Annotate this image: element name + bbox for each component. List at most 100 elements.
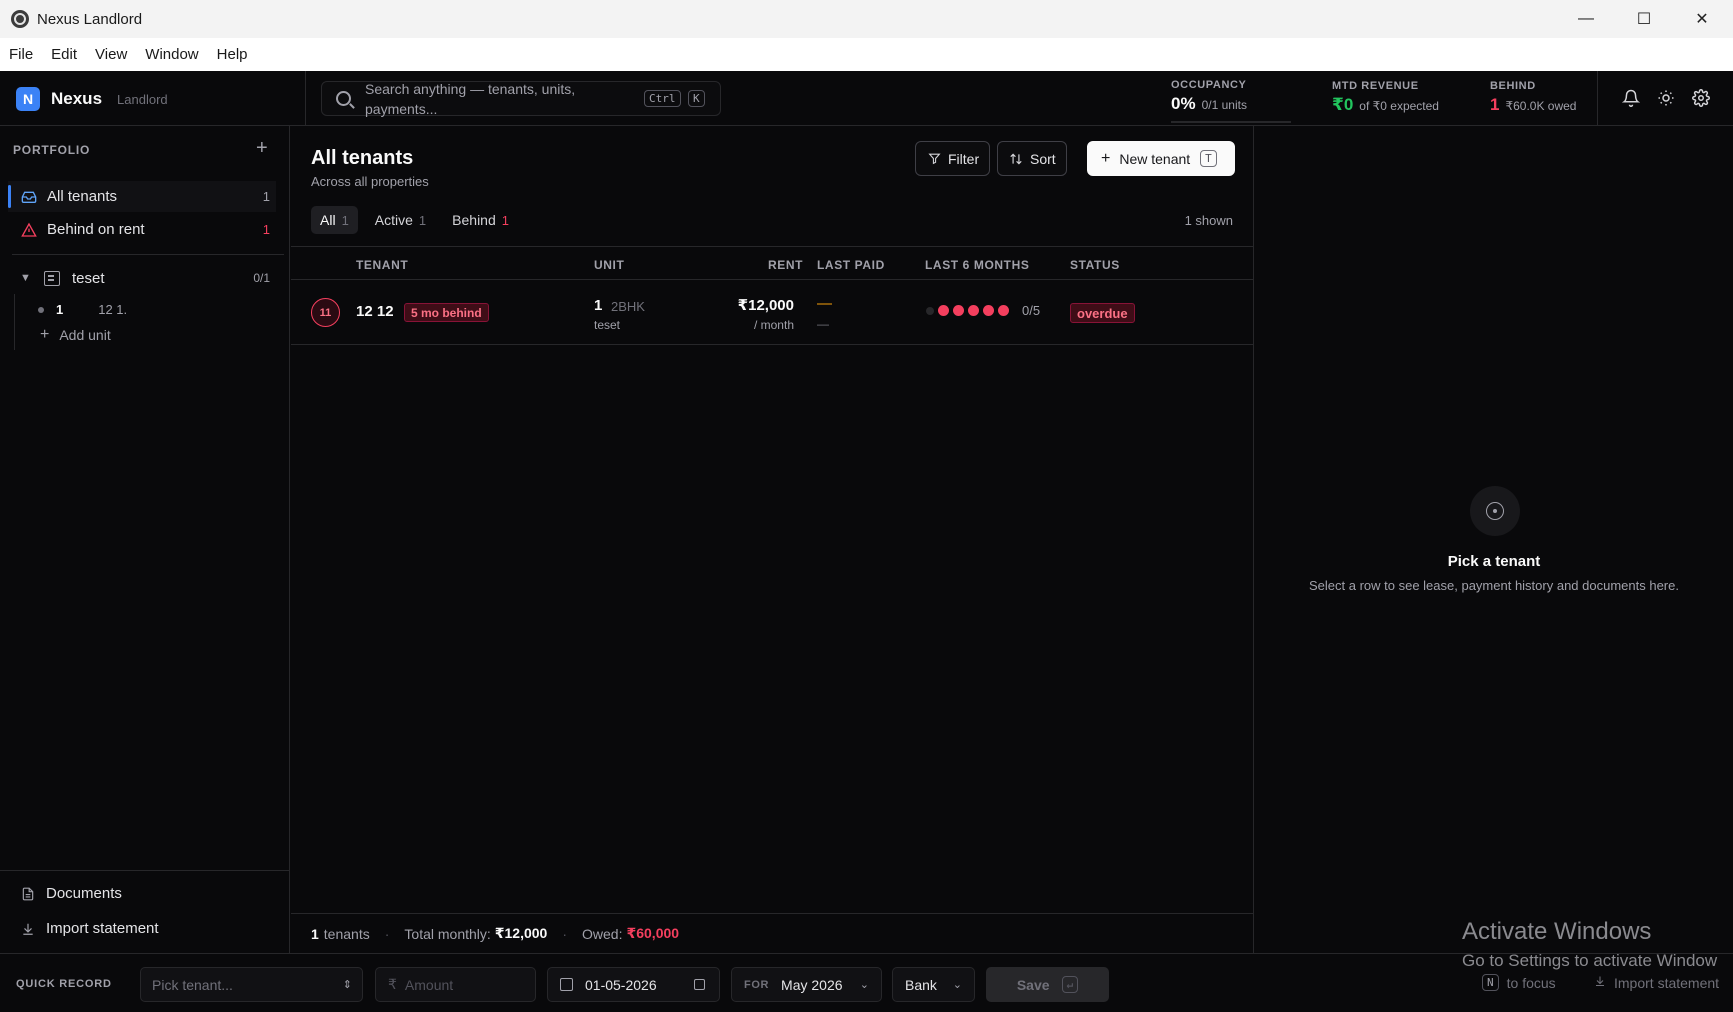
shown-count: 1 shown [1184,213,1233,228]
menu-help[interactable]: Help [208,46,257,63]
sidebar-item-behind-on-rent[interactable]: Behind on rent 1 [8,214,276,245]
column-header-last-paid[interactable]: LAST PAID [817,258,885,272]
sidebar-item-all-tenants[interactable]: All tenants 1 [8,181,276,212]
column-header-unit[interactable]: UNIT [594,258,624,272]
target-icon [1470,486,1520,536]
column-header-status[interactable]: STATUS [1070,258,1120,272]
focus-hint: N to focus [1482,974,1556,991]
tab-all[interactable]: All 1 [311,206,358,234]
behind-value: 1 [1490,95,1500,114]
maximize-button[interactable]: ☐ [1615,0,1673,38]
tab-behind[interactable]: Behind 1 [443,206,518,234]
sidebar-divider [12,254,284,255]
sidebar-item-label: Behind on rent [47,221,145,238]
payment-method-select[interactable]: Bank ⌄ [892,967,975,1002]
header-divider-right [1597,71,1598,126]
mtd-revenue-detail: of ₹0 expected [1359,99,1439,113]
documents-link[interactable]: Documents [20,885,122,902]
months-paid-count: 0/5 [1022,303,1041,318]
tenant-picker-placeholder: Pick tenant... [152,976,233,993]
chevron-down-icon[interactable]: ▼ [20,272,34,284]
tenant-picker[interactable]: Pick tenant... ⇕ [140,967,363,1002]
menu-bar: File Edit View Window Help [0,38,1733,71]
amount-field[interactable]: ₹ Amount [375,967,536,1002]
tab-label: Behind [452,212,496,228]
add-unit-button[interactable]: + Add unit [40,326,111,344]
filter-icon [928,152,941,165]
brand-name: Nexus [51,89,103,108]
unit-property: teset [594,318,621,332]
mtd-revenue-stat: MTD REVENUE ₹0 of ₹0 expected [1332,80,1439,115]
summary-footer: 1 tenants · Total monthly: ₹12,000 · Owe… [291,913,1253,953]
month-value: May 2026 [781,976,843,993]
property-teset[interactable]: ▼ teset 0/1 [20,266,276,290]
brand-role: Landlord [117,91,168,107]
filter-button[interactable]: Filter [915,141,990,176]
tenants-label: tenants [323,925,370,942]
brand-logo: N [16,87,40,111]
portfolio-heading: PORTFOLIO [13,143,91,157]
minimize-button[interactable]: — [1557,0,1615,38]
month-dot [926,306,934,315]
close-button[interactable]: ✕ [1673,0,1731,38]
documents-label: Documents [46,885,122,902]
tab-label: All [320,212,336,228]
column-header-tenant[interactable]: TENANT [356,258,408,272]
month-dot [998,305,1009,316]
occupancy-bar [1171,121,1291,123]
focus-shortcut: N [1482,974,1499,991]
activation-watermark-title: Activate Windows [1462,918,1652,945]
last-paid-sub: — [817,317,829,331]
for-label: FOR [744,978,770,991]
sidebar-bottom-divider [0,870,290,871]
menu-view[interactable]: View [86,46,136,63]
tab-label: Active [374,212,413,228]
page-subtitle: Across all properties [311,174,429,189]
tab-active[interactable]: Active 1 [366,206,435,234]
new-tenant-label: New tenant [1119,150,1191,167]
bell-icon[interactable] [1621,88,1641,108]
search-input[interactable]: Search anything — tenants, units, paymen… [321,81,721,117]
amount-placeholder: Amount [404,976,454,993]
sun-icon[interactable] [1656,88,1676,108]
add-property-button[interactable]: + [256,137,268,160]
save-shortcut: ↵ [1061,976,1079,993]
mtd-revenue-value: ₹0 [1332,95,1354,114]
activation-watermark-subtitle: Go to Settings to activate Window [1462,951,1718,970]
quick-record-label: QUICK RECORD [16,978,112,990]
app-header: N Nexus Landlord Search anything — tenan… [0,71,1733,126]
owed-value: ₹60,000 [626,925,680,941]
table-header: TENANT UNIT RENT LAST PAID LAST 6 MONTHS… [291,246,1253,280]
page-title: All tenants [311,147,414,169]
import-statement-button[interactable]: Import statement [1594,974,1719,991]
month-select[interactable]: FOR May 2026 ⌄ [731,967,882,1002]
menu-edit[interactable]: Edit [42,46,86,63]
brand[interactable]: N Nexus Landlord [16,87,168,111]
date-field[interactable]: 01-05-2026 [547,967,720,1002]
import-statement-link[interactable]: Import statement [20,920,159,937]
window-title: Nexus Landlord [37,10,143,28]
search-icon [336,91,351,106]
calendar-picker-icon[interactable] [694,979,705,990]
menu-file[interactable]: File [0,46,42,63]
tab-count: 1 [501,212,509,228]
total-monthly-value: ₹12,000 [494,925,548,941]
table-row[interactable]: 11 12 12 5 mo behind 1 2BHK teset ₹12,00… [291,281,1253,345]
tenant-count: 1 [311,925,319,942]
chevron-down-icon: ⌄ [859,979,869,991]
sort-button[interactable]: Sort [997,141,1067,176]
active-indicator [8,185,11,208]
owed-label: Owed: [582,925,623,942]
behind-badge: 5 mo behind [404,303,489,322]
column-header-last-6-months[interactable]: LAST 6 MONTHS [925,258,1029,272]
new-tenant-button[interactable]: + New tenant T [1087,141,1235,176]
menu-window[interactable]: Window [136,46,207,63]
unit-item[interactable]: 1 12 1. [38,302,127,317]
payment-history-dots [926,305,1013,316]
occupancy-detail: 0/1 units [1201,98,1247,112]
total-monthly-label: Total monthly: [404,925,491,942]
gear-icon[interactable] [1691,88,1711,108]
tenant-avatar: 11 [311,298,340,327]
column-header-rent[interactable]: RENT [768,258,803,272]
save-payment-button[interactable]: Save ↵ [986,967,1109,1002]
